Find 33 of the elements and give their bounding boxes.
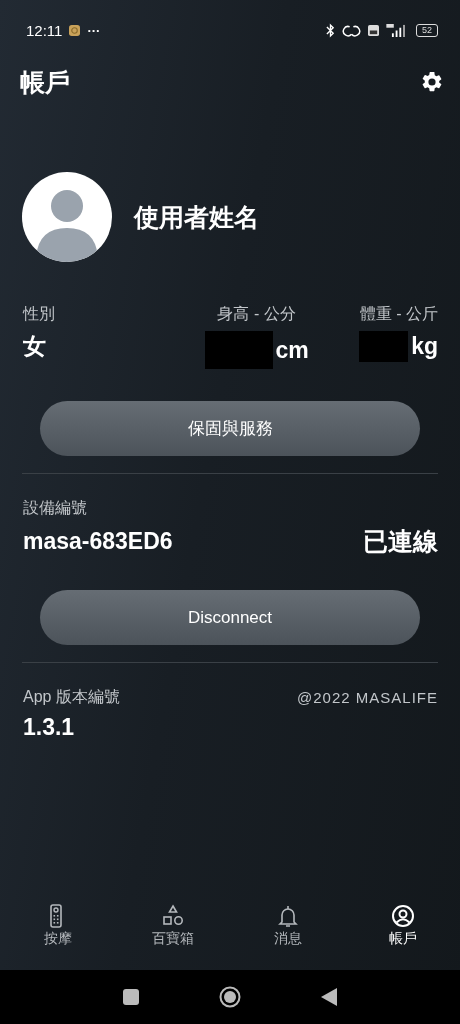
- nav-tab[interactable]: 帳戶: [367, 904, 438, 964]
- home-icon[interactable]: [219, 986, 241, 1008]
- stat-unit: cm: [275, 336, 309, 364]
- bell-icon: [275, 904, 300, 928]
- nav-tab[interactable]: 百寶箱: [137, 904, 208, 964]
- stat-unit: kg: [411, 333, 438, 360]
- stat-label: 身高 - 公分: [217, 304, 296, 324]
- shapes-icon: [160, 904, 185, 928]
- settings-icon[interactable]: [420, 70, 444, 94]
- bluetooth-icon: [326, 22, 335, 38]
- user-name: 使用者姓名: [134, 201, 259, 233]
- app-version: 1.3.1: [23, 714, 75, 741]
- nav-tab[interactable]: 消息: [252, 904, 323, 964]
- page-title: 帳戶: [20, 66, 70, 98]
- copyright-text: @2022 MASALIFE: [297, 689, 438, 706]
- link-icon: [342, 23, 361, 37]
- stat-value: 女: [23, 332, 46, 361]
- app-version-label: App 版本編號: [23, 687, 120, 707]
- nav-tab[interactable]: 按摩: [22, 904, 93, 964]
- more-notifications-text: ···: [87, 22, 101, 38]
- app-notification-icon: [69, 24, 81, 36]
- connection-status: 已連線: [363, 526, 438, 557]
- device-id: masa-683ED6: [23, 528, 173, 555]
- back-icon[interactable]: [321, 988, 337, 1006]
- battery-indicator: 52: [416, 23, 438, 37]
- stat-label: 性別: [23, 304, 55, 324]
- stat-label: 體重 - 公斤: [359, 304, 438, 324]
- device-label: 設備編號: [23, 498, 88, 518]
- account-icon: [390, 904, 415, 928]
- warranty-button[interactable]: 保固與服務: [40, 401, 420, 456]
- volte-icon: [368, 24, 379, 36]
- status-time: 12:11: [26, 21, 63, 39]
- disconnect-button[interactable]: Disconnect: [40, 590, 420, 645]
